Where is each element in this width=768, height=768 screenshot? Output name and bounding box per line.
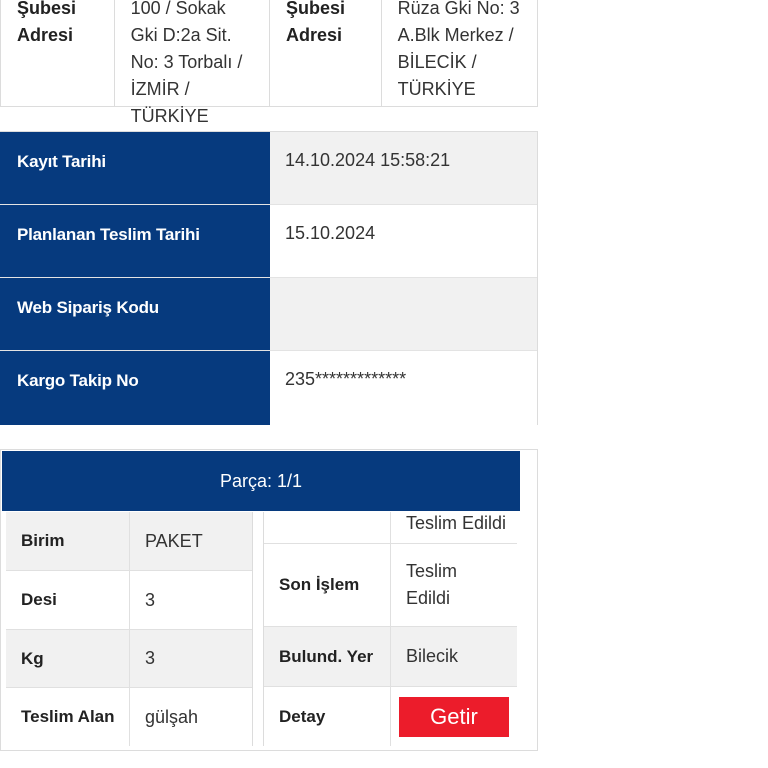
parcel-value: 3 bbox=[145, 589, 156, 610]
parcel-row-location: Bulund. Yer Bilecik bbox=[264, 627, 517, 687]
info-row-registration-date: Kayıt Tarihi 14.10.2024 15:58:21 bbox=[0, 132, 537, 205]
info-value: 235************* bbox=[270, 351, 537, 425]
parcel-value: 3 bbox=[145, 648, 156, 668]
info-label: Web Sipariş Kodu bbox=[0, 278, 270, 350]
parcel-row-last-operation: Son İşlem Teslim Edildi bbox=[264, 544, 517, 627]
detail-button-cell: Getir bbox=[391, 687, 517, 746]
parcel-label: Desi bbox=[6, 571, 130, 629]
parcel-label: Kg bbox=[6, 630, 130, 687]
parcel-details-right: Teslim Edildi Son İşlem Teslim Edildi Bu… bbox=[263, 512, 517, 746]
parcel-row-kg: Kg 3 bbox=[6, 630, 252, 688]
receiver-address-label: Şubesi Adresi bbox=[270, 0, 382, 106]
parcel-row-unit: Birim PAKET bbox=[6, 512, 252, 571]
parcel-label: Detay bbox=[264, 687, 391, 746]
sender-address-label: Şubesi Adresi bbox=[1, 0, 115, 106]
parcel-row-receiver: Teslim Alan gülşah bbox=[6, 688, 252, 746]
parcel-box: Parça: 1/1 Birim PAKET Desi 3 Kg 3 Tesli… bbox=[0, 449, 538, 751]
parcel-label: Birim bbox=[6, 512, 130, 570]
sender-address-value: 100 / Sokak Gki D:2a Sit. No: 3 Torbalı … bbox=[115, 0, 270, 126]
parcel-label: Bulund. Yer bbox=[264, 627, 391, 686]
info-value: 14.10.2024 15:58:21 bbox=[270, 132, 537, 204]
parcel-label bbox=[264, 512, 391, 543]
parcel-row-desi: Desi 3 bbox=[6, 571, 252, 630]
parcel-value: Teslim Edildi bbox=[406, 561, 458, 608]
parcel-label: Son İşlem bbox=[264, 544, 391, 626]
info-row-web-order-code: Web Sipariş Kodu bbox=[0, 278, 537, 351]
parcel-row-detail: Detay Getir bbox=[264, 687, 517, 746]
parcel-value: Bilecik bbox=[406, 646, 459, 666]
parcel-value: PAKET bbox=[145, 530, 203, 551]
parcel-value: Teslim Edildi bbox=[406, 513, 507, 533]
info-row-tracking-number: Kargo Takip No 235************* bbox=[0, 351, 537, 425]
receiver-address-value: Rüza Gki No: 3 A.Blk Merkez / BİLECİK / … bbox=[397, 0, 520, 99]
parcel-title: Parça: 1/1 bbox=[2, 451, 520, 511]
getir-button[interactable]: Getir bbox=[399, 697, 509, 737]
parcel-label: Teslim Alan bbox=[6, 688, 130, 746]
info-label: Kayıt Tarihi bbox=[0, 132, 270, 204]
info-value: 15.10.2024 bbox=[270, 205, 537, 277]
info-row-planned-delivery: Planlanan Teslim Tarihi 15.10.2024 bbox=[0, 205, 537, 278]
address-table: Şubesi Adresi 100 / Sokak Gki D:2a Sit. … bbox=[0, 0, 538, 126]
parcel-value: gülşah bbox=[145, 706, 199, 727]
parcel-row-status-cropped: Teslim Edildi bbox=[264, 512, 517, 544]
parcel-details-left: Birim PAKET Desi 3 Kg 3 Teslim Alan gülş… bbox=[6, 512, 253, 746]
info-value bbox=[270, 278, 537, 350]
info-label: Kargo Takip No bbox=[0, 351, 270, 425]
info-label: Planlanan Teslim Tarihi bbox=[0, 205, 270, 277]
shipment-info-table: Kayıt Tarihi 14.10.2024 15:58:21 Planlan… bbox=[0, 131, 538, 425]
